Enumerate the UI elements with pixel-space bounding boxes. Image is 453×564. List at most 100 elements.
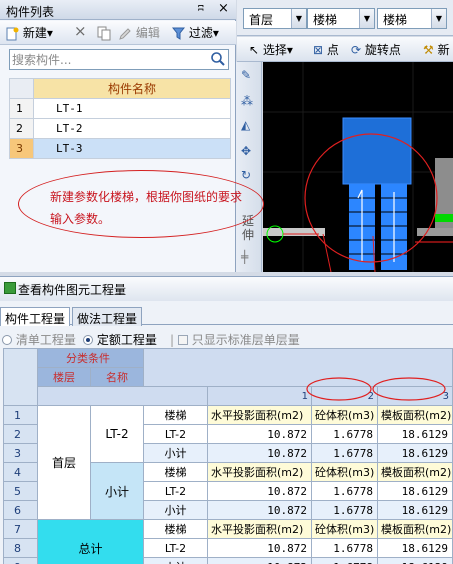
value-projected-area: 10.872 xyxy=(207,538,312,558)
grid-corner xyxy=(3,348,38,406)
point-button-label: 点 xyxy=(326,43,339,57)
beam-left xyxy=(263,228,325,236)
new-tool-button-label: 新 xyxy=(437,43,450,57)
delete-icon[interactable]: × xyxy=(74,23,87,39)
row-number: 2 xyxy=(9,118,34,139)
copy-objects-icon[interactable]: ⁂ xyxy=(241,94,253,108)
new-tool-button[interactable]: ⚒ 新 xyxy=(423,42,450,58)
value-formwork-area: 18.6129 xyxy=(377,557,453,564)
quantity-window-titlebar: 查看构件图元工程量 xyxy=(0,277,453,301)
quantity-window: 查看构件图元工程量 构件工程量 做法工程量 清单工程量 定额工程量 | 只显示标… xyxy=(0,276,453,564)
header-floor: 楼层 xyxy=(37,367,91,387)
copy-icon[interactable] xyxy=(96,25,112,41)
header-classification: 分类条件 xyxy=(37,348,144,368)
move-icon[interactable]: ✥ xyxy=(241,144,251,158)
list-quantity-option[interactable]: 清单工程量 xyxy=(2,331,76,348)
chevron-down-icon[interactable]: ▼ xyxy=(359,9,374,28)
tab-method-quantity[interactable]: 做法工程量 xyxy=(72,307,143,326)
drawing-canvas[interactable] xyxy=(263,62,453,272)
component-name-cell[interactable]: LT-3 xyxy=(33,138,231,159)
table-row[interactable]: 1 LT-1 xyxy=(9,98,231,119)
table-row[interactable]: 7 总计 楼梯 水平投影面积(m2) 砼体积(m3) 模板面积(m2) xyxy=(3,519,453,564)
callout-line-1 xyxy=(322,233,332,272)
row-number: 4 xyxy=(3,462,38,482)
new-icon xyxy=(6,27,19,40)
item-cell: 小计 xyxy=(143,443,208,463)
rotate-point-button[interactable]: ⟳ 旋转点 xyxy=(351,42,401,58)
funnel-icon xyxy=(172,27,185,40)
beam-right xyxy=(417,228,453,236)
header-name: 名称 xyxy=(90,367,144,387)
floor-combo-value: 首层 xyxy=(249,13,274,27)
item-cell: 楼梯 xyxy=(143,519,208,539)
pin-icon[interactable]: ʭ xyxy=(198,2,204,15)
rotate-point-button-label: 旋转点 xyxy=(364,43,401,57)
col-header-formwork-area: 模板面积(m2) xyxy=(377,519,453,539)
value-projected-area: 10.872 xyxy=(207,557,312,564)
list-quantity-label: 清单工程量 xyxy=(15,333,76,347)
quantity-options: 清单工程量 定额工程量 | 只显示标准层单层量 xyxy=(0,327,453,349)
quota-quantity-radio[interactable] xyxy=(83,335,93,345)
point-icon: ⊠ xyxy=(313,43,324,57)
floor-combo[interactable]: 首层 ▼ xyxy=(243,8,307,29)
row-number: 1 xyxy=(9,98,34,119)
show-standard-only-option[interactable]: | 只显示标准层单层量 xyxy=(170,331,300,348)
value-formwork-area: 18.6129 xyxy=(377,500,453,520)
select-button[interactable]: ↖ 选择▾ xyxy=(249,42,293,58)
search-icon[interactable] xyxy=(210,51,226,67)
table-corner xyxy=(9,78,34,99)
trim-icon[interactable]: ╪ xyxy=(241,250,248,264)
value-projected-area: 10.872 xyxy=(207,443,312,463)
brush-icon[interactable]: ✎ xyxy=(241,68,251,82)
value-projected-area: 10.872 xyxy=(207,424,312,444)
mirror-icon[interactable]: ◭ xyxy=(241,118,250,132)
component-type-combo[interactable]: 楼梯 ▼ xyxy=(307,8,375,29)
table-row[interactable]: 1 首层 LT-2 楼梯 水平投影面积(m2) 砼体积(m3) 模板面积(m2) xyxy=(3,405,453,520)
component-search-box xyxy=(9,49,229,70)
item-cell: 楼梯 xyxy=(143,462,208,482)
annotation-line-1: 新建参数化楼梯，根据你图纸的要求 xyxy=(50,190,243,204)
column-header-component-name[interactable]: 构件名称 xyxy=(33,78,231,99)
highlight-ellipses xyxy=(306,377,446,401)
rotate-icon[interactable]: ↻ xyxy=(241,168,251,182)
col-header-concrete-volume: 砼体积(m3) xyxy=(311,405,378,425)
tab-component-quantity[interactable]: 构件工程量 xyxy=(0,307,71,326)
value-concrete-volume: 1.6778 xyxy=(311,424,378,444)
component-type-combo-value: 楼梯 xyxy=(313,13,338,27)
col-header-formwork-area: 模板面积(m2) xyxy=(377,462,453,482)
chevron-down-icon[interactable]: ▼ xyxy=(291,9,306,28)
value-concrete-volume: 1.6778 xyxy=(311,481,378,501)
chevron-down-icon[interactable]: ▼ xyxy=(431,9,446,28)
new-button[interactable]: 新建▾ xyxy=(5,25,53,41)
point-button[interactable]: ⊠ 点 xyxy=(313,42,339,58)
value-formwork-area: 18.6129 xyxy=(377,443,453,463)
component-search-input[interactable] xyxy=(12,51,202,68)
component-list-title: 构件列表 xyxy=(6,5,55,19)
row-number: 3 xyxy=(9,138,34,159)
close-icon[interactable]: × xyxy=(218,1,229,16)
stair-top-landing[interactable] xyxy=(343,118,411,184)
floor-cell: 首层 xyxy=(37,405,91,520)
component-subtype-combo[interactable]: 楼梯 ▼ xyxy=(377,8,447,29)
component-name-cell[interactable]: LT-1 xyxy=(33,98,231,119)
floor-selector-bar: 首层 ▼ 楼梯 ▼ 楼梯 ▼ xyxy=(237,0,453,36)
component-name-cell[interactable]: LT-2 xyxy=(33,118,231,139)
edit-button[interactable]: 编辑 xyxy=(118,25,160,41)
show-standard-only-checkbox[interactable] xyxy=(177,335,188,345)
table-row-selected[interactable]: 3 LT-3 xyxy=(9,138,231,159)
row-number: 9 xyxy=(3,557,38,564)
item-cell: 楼梯 xyxy=(143,405,208,425)
list-quantity-radio[interactable] xyxy=(2,335,12,345)
show-standard-only-label: 只显示标准层单层量 xyxy=(191,333,300,347)
quota-quantity-option[interactable]: 定额工程量 xyxy=(83,331,157,348)
value-formwork-area: 18.6129 xyxy=(377,538,453,558)
select-button-label: 选择 xyxy=(262,43,287,57)
column-index: 1 xyxy=(207,386,312,406)
item-cell: LT-2 xyxy=(143,538,208,558)
filter-button[interactable]: 过滤▾ xyxy=(172,25,219,41)
pencil-icon xyxy=(119,27,131,40)
table-row[interactable]: 2 LT-2 xyxy=(9,118,231,139)
col-header-concrete-volume: 砼体积(m3) xyxy=(311,519,378,539)
col-header-projected-area: 水平投影面积(m2) xyxy=(207,405,312,425)
component-cell: LT-2 xyxy=(90,405,144,463)
